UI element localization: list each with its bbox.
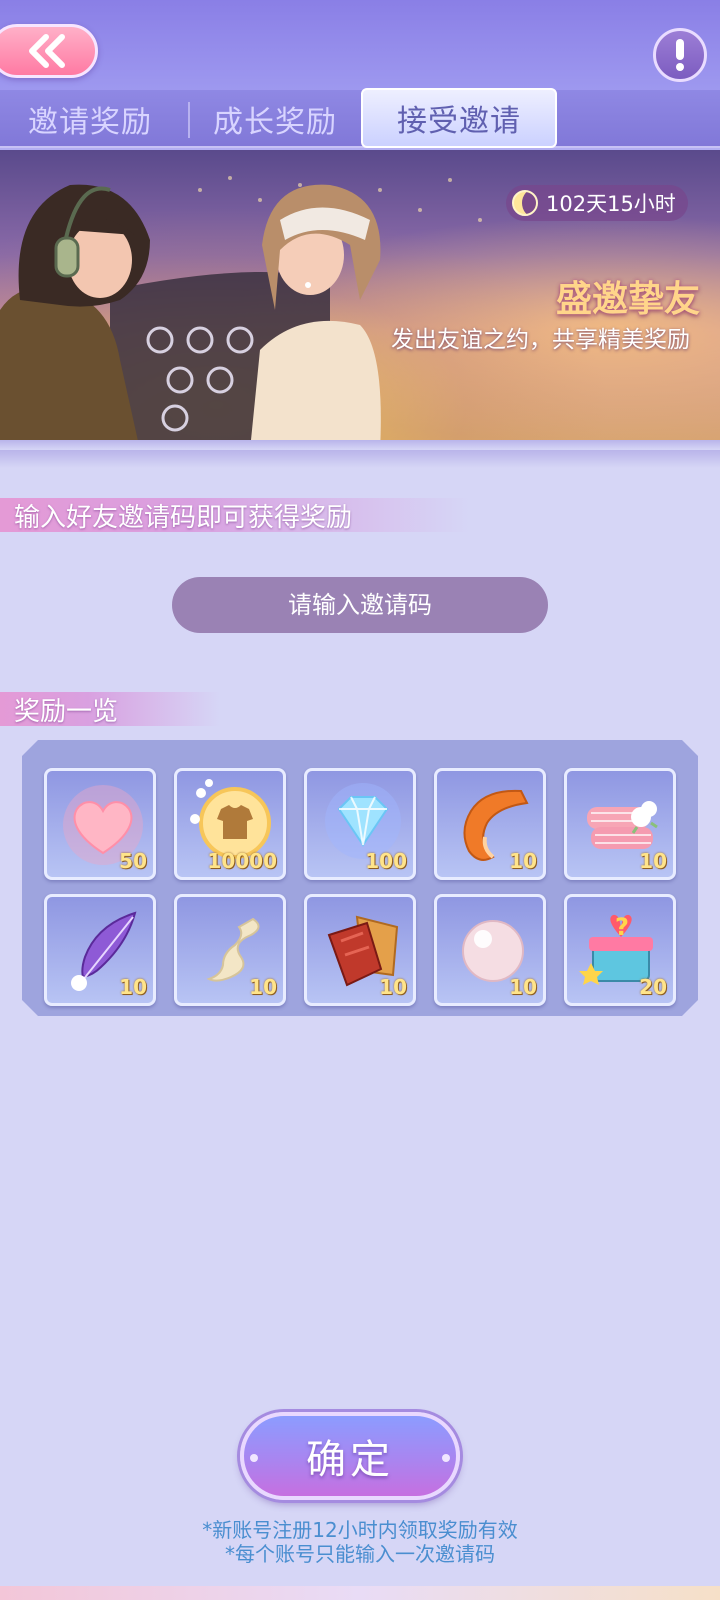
reward-count: 10 bbox=[249, 975, 277, 999]
exclamation-icon bbox=[676, 39, 684, 71]
banner-title: 盛邀挚友 bbox=[555, 279, 700, 320]
tab-invite-rewards[interactable]: 邀请奖励 bbox=[0, 90, 180, 148]
banner-divider bbox=[0, 450, 720, 468]
reward-item-mystery-box[interactable]: ? 20 bbox=[564, 894, 676, 1006]
invite-code-input[interactable] bbox=[172, 577, 548, 633]
invite-section-title: 输入好友邀请码即可获得奖励 bbox=[0, 498, 470, 533]
reward-item-shirt-coin[interactable]: 10000 bbox=[174, 768, 286, 880]
banner-subtitle: 发出友谊之约，共享精美奖励 bbox=[391, 327, 690, 353]
reward-count: 10 bbox=[509, 849, 537, 873]
reward-count: 100 bbox=[365, 849, 407, 873]
double-chevron-left-icon bbox=[29, 34, 65, 68]
info-button[interactable] bbox=[653, 28, 707, 82]
reward-item-heart[interactable]: 50 bbox=[44, 768, 156, 880]
tab-label: 成长奖励 bbox=[213, 105, 337, 140]
rewards-section-title: 奖励一览 bbox=[0, 692, 220, 727]
reward-count: 50 bbox=[119, 849, 147, 873]
reward-item-pearl[interactable]: 10 bbox=[434, 894, 546, 1006]
reward-item-leather[interactable]: 10 bbox=[304, 894, 416, 1006]
reward-count: 10 bbox=[379, 975, 407, 999]
reward-item-fabric[interactable]: 10 bbox=[564, 768, 676, 880]
tab-label: 邀请奖励 bbox=[28, 105, 152, 140]
button-ornament bbox=[250, 1454, 258, 1462]
note-new-account: *新账号注册12小时内领取奖励有效 bbox=[202, 1518, 518, 1542]
reward-item-diamond[interactable]: 100 bbox=[304, 768, 416, 880]
moon-icon bbox=[512, 190, 538, 216]
timer-text: 102天15小时 bbox=[546, 192, 676, 216]
bottom-edge bbox=[0, 1586, 720, 1600]
svg-text:?: ? bbox=[615, 913, 629, 941]
reward-count: 10 bbox=[509, 975, 537, 999]
tab-accept-invite[interactable]: 接受邀请 bbox=[361, 88, 557, 148]
note-one-time-code: *每个账号只能输入一次邀请码 bbox=[225, 1542, 495, 1566]
tab-bar: 邀请奖励 成长奖励 接受邀请 bbox=[0, 88, 720, 148]
reward-count: 20 bbox=[639, 975, 667, 999]
reward-count: 10 bbox=[119, 975, 147, 999]
reward-item-feather[interactable]: 10 bbox=[44, 894, 156, 1006]
reward-count: 10000 bbox=[207, 849, 277, 873]
confirm-button[interactable]: 确定 bbox=[240, 1412, 460, 1500]
tab-label: 接受邀请 bbox=[397, 104, 521, 139]
back-button[interactable] bbox=[0, 24, 98, 78]
button-ornament bbox=[442, 1454, 450, 1462]
reward-item-silk[interactable]: 10 bbox=[174, 894, 286, 1006]
confirm-label: 确定 bbox=[306, 1437, 394, 1483]
reward-count: 10 bbox=[639, 849, 667, 873]
reward-item-fox-tail[interactable]: 10 bbox=[434, 768, 546, 880]
event-timer: 102天15小时 bbox=[506, 185, 688, 221]
tab-growth-rewards[interactable]: 成长奖励 bbox=[185, 90, 365, 148]
banner-edge bbox=[0, 440, 720, 450]
